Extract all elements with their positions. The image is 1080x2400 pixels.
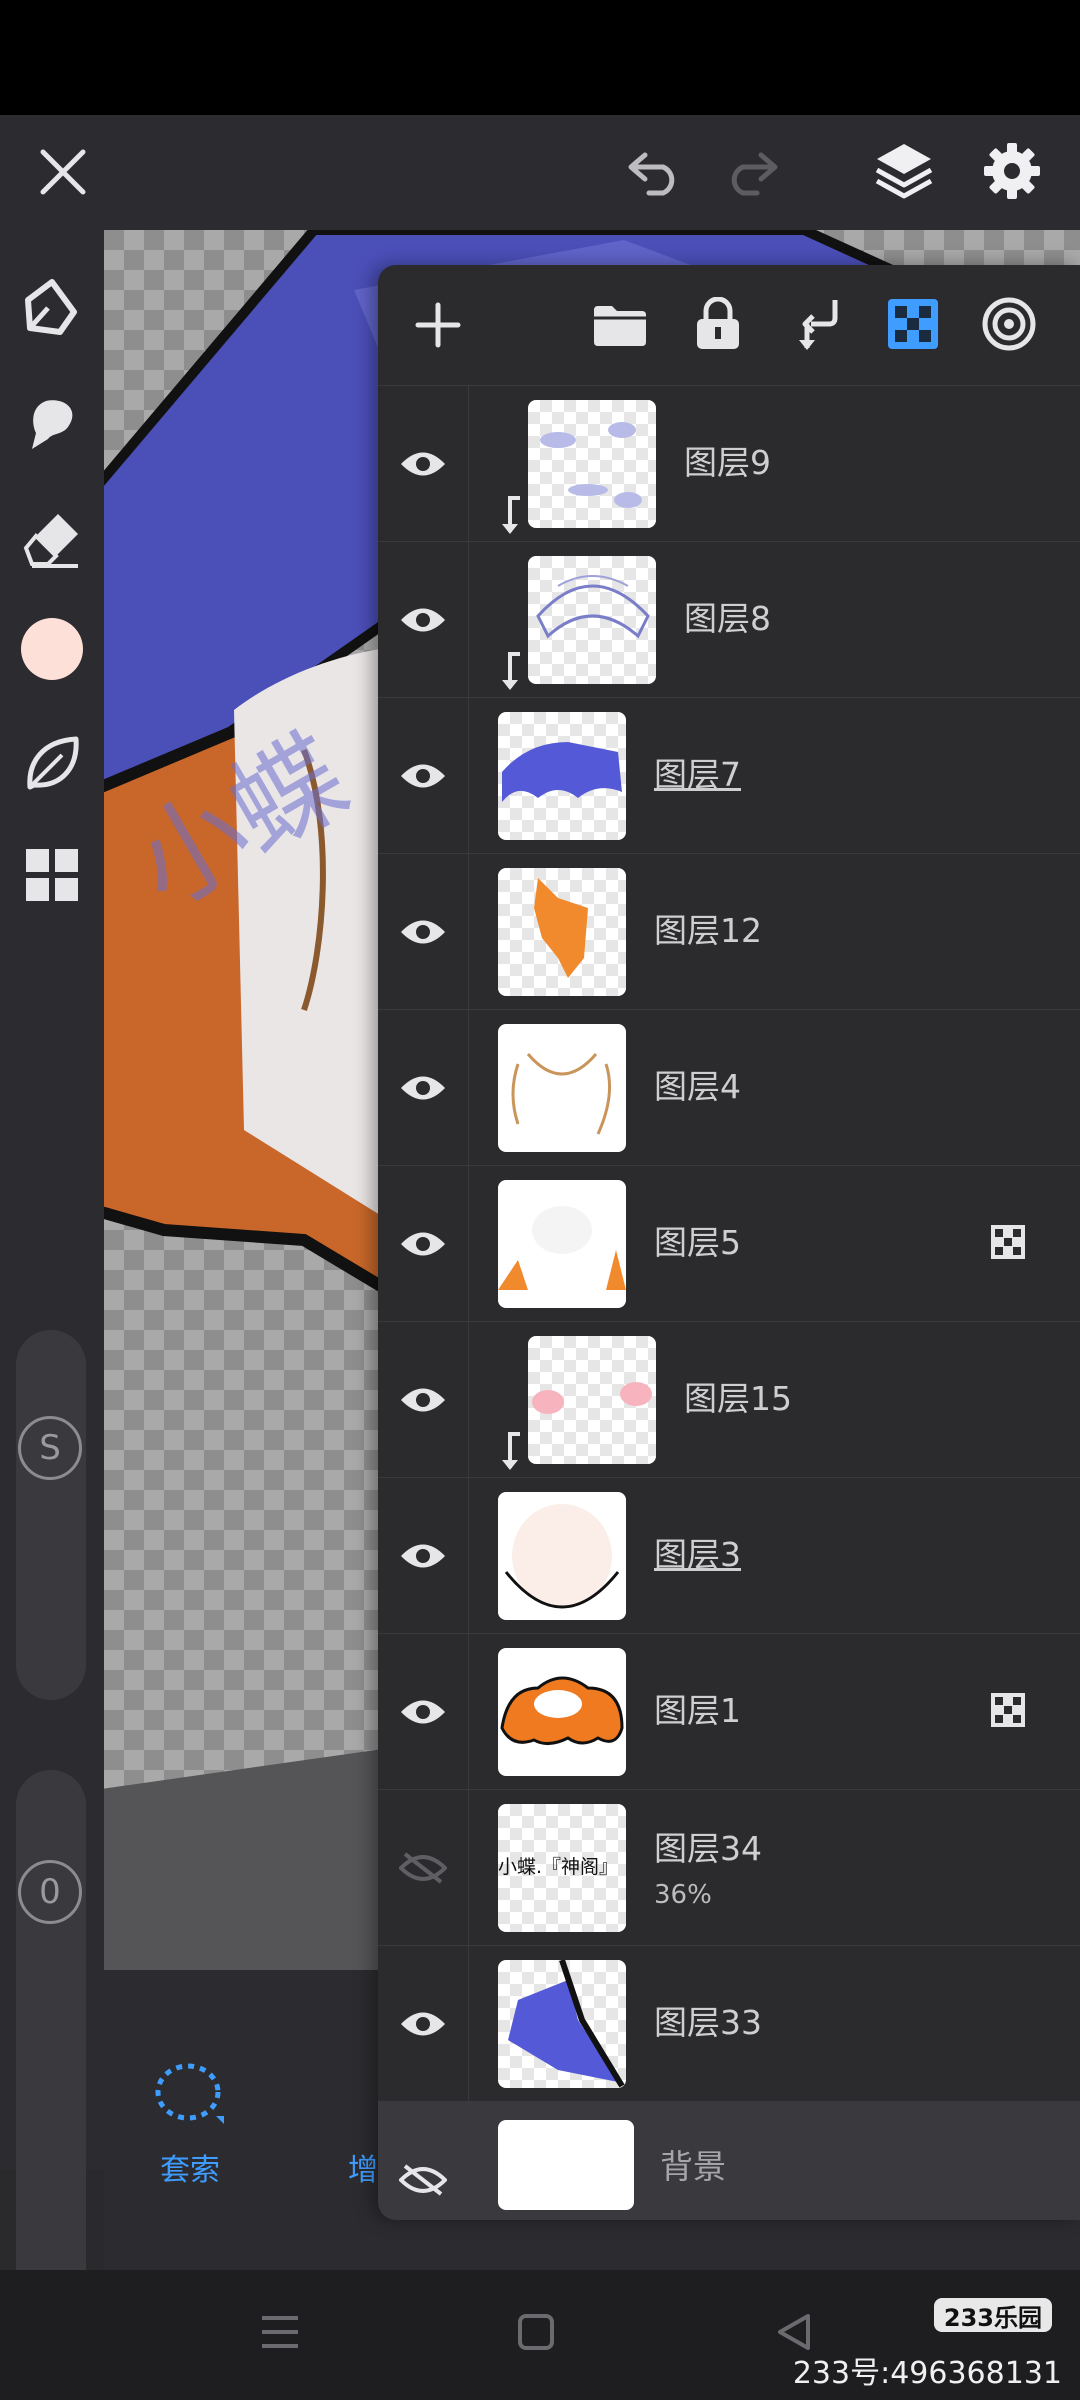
alpha-lock-icon (990, 1692, 1026, 1728)
layer-row-background[interactable]: 背景 (378, 2101, 1080, 2220)
layer-thumbnail (498, 868, 626, 996)
layer-name: 图层3 (654, 1535, 741, 1574)
smudge-icon[interactable] (14, 385, 90, 461)
clip-arrow-icon (496, 1432, 526, 1476)
close-icon[interactable] (28, 137, 98, 207)
layer-name: 图层34 (654, 1829, 762, 1868)
layer-row[interactable]: 图层3 (378, 1477, 1080, 1634)
watermark-logo: 233乐园 (933, 2298, 1052, 2332)
eye-hidden-icon[interactable] (378, 2102, 468, 2220)
gear-icon[interactable] (976, 135, 1048, 207)
layer-row[interactable]: 图层4 (378, 1009, 1080, 1166)
color-swatch[interactable] (14, 611, 90, 687)
layer-thumbnail (528, 400, 656, 528)
undo-icon[interactable] (620, 137, 690, 207)
layer-row[interactable]: 图层33 (378, 1945, 1080, 2102)
layer-row[interactable]: 图层5 (378, 1165, 1080, 1322)
eye-icon[interactable] (378, 1478, 469, 1634)
layer-name: 图层7 (654, 755, 741, 794)
add-layer-icon[interactable] (408, 295, 468, 355)
eye-icon[interactable] (378, 542, 469, 698)
size-knob[interactable]: S (18, 1416, 82, 1480)
layer-panel-header (378, 265, 1080, 385)
layer-thumbnail: 小蝶.『神阁』 (498, 1804, 626, 1932)
status-bar (0, 0, 1080, 115)
layer-name: 图层5 (654, 1223, 741, 1262)
menu-icon[interactable] (250, 2302, 310, 2362)
blend-mode-icon[interactable] (978, 293, 1040, 355)
opacity-knob[interactable]: 0 (18, 1860, 82, 1924)
layer-thumbnail (498, 2120, 634, 2210)
folder-icon[interactable] (590, 295, 650, 355)
redo-icon[interactable] (716, 137, 786, 207)
watermark-id: 233号:496368131 (792, 2356, 1062, 2391)
layer-thumbnail (498, 1960, 626, 2088)
thumb-text: 小蝶.『神阁』 (498, 1856, 619, 1878)
leaf-brush-icon[interactable] (14, 725, 90, 801)
eye-icon[interactable] (378, 1946, 469, 2102)
clip-arrow-icon (496, 496, 526, 540)
layer-thumbnail (498, 1648, 626, 1776)
brush-size-slider[interactable]: S (16, 1330, 86, 1700)
opacity-label: 0 (39, 1872, 61, 1912)
layer-panel: 图层9 图层8 图层7 图层12 图层4 图层5 图层15 图层3 图层1 小蝶… (378, 265, 1080, 2220)
layer-row[interactable]: 小蝶.『神阁』 图层34 36% (378, 1789, 1080, 1946)
layer-opacity: 36% (654, 1880, 712, 1910)
left-toolbar: S 0 (0, 230, 104, 2370)
alpha-lock-icon[interactable] (882, 293, 944, 355)
eye-icon[interactable] (378, 1010, 469, 1166)
layer-thumbnail (498, 1492, 626, 1620)
pen-icon[interactable] (14, 270, 90, 346)
layer-row[interactable]: 图层9 (378, 385, 1080, 542)
eraser-icon[interactable] (14, 500, 90, 576)
eye-icon[interactable] (378, 1634, 469, 1790)
eye-icon[interactable] (378, 698, 469, 854)
layer-row[interactable]: 图层12 (378, 853, 1080, 1010)
eye-icon[interactable] (378, 854, 469, 1010)
layer-name: 图层4 (654, 1067, 741, 1106)
layer-row[interactable]: 图层7 (378, 697, 1080, 854)
lasso-tool[interactable] (150, 2060, 230, 2134)
current-color (21, 618, 83, 680)
layer-name: 图层8 (684, 599, 771, 638)
layer-name: 背景 (660, 2147, 726, 2186)
layer-thumbnail (498, 1024, 626, 1152)
size-label: S (39, 1428, 61, 1468)
layer-row[interactable]: 图层15 (378, 1321, 1080, 1478)
layer-name: 图层1 (654, 1691, 741, 1730)
lock-icon[interactable] (688, 293, 748, 355)
second-tool-label: 增 (348, 2153, 378, 2188)
lasso-label: 套索 (160, 2153, 220, 2188)
layer-thumbnail (528, 1336, 656, 1464)
eye-hidden-icon[interactable] (378, 1790, 469, 1946)
layer-name: 图层12 (654, 911, 762, 950)
grid-icon[interactable] (14, 837, 90, 913)
eye-icon[interactable] (378, 386, 469, 542)
top-toolbar (0, 115, 1080, 230)
clip-arrow-icon (496, 652, 526, 696)
home-icon[interactable] (506, 2302, 566, 2362)
layer-name: 图层15 (684, 1379, 792, 1418)
layer-name: 图层9 (684, 443, 771, 482)
layer-name: 图层33 (654, 2003, 762, 2042)
layer-thumbnail (498, 1180, 626, 1308)
alpha-lock-icon (990, 1224, 1026, 1260)
layer-row[interactable]: 图层1 (378, 1633, 1080, 1790)
merge-down-icon[interactable] (788, 293, 848, 355)
layer-thumbnail (528, 556, 656, 684)
eye-icon[interactable] (378, 1322, 469, 1478)
layer-thumbnail (498, 712, 626, 840)
layers-icon[interactable] (868, 133, 940, 209)
layer-list: 图层9 图层8 图层7 图层12 图层4 图层5 图层15 图层3 图层1 小蝶… (378, 385, 1080, 2220)
layer-row[interactable]: 图层8 (378, 541, 1080, 698)
eye-icon[interactable] (378, 1166, 469, 1322)
